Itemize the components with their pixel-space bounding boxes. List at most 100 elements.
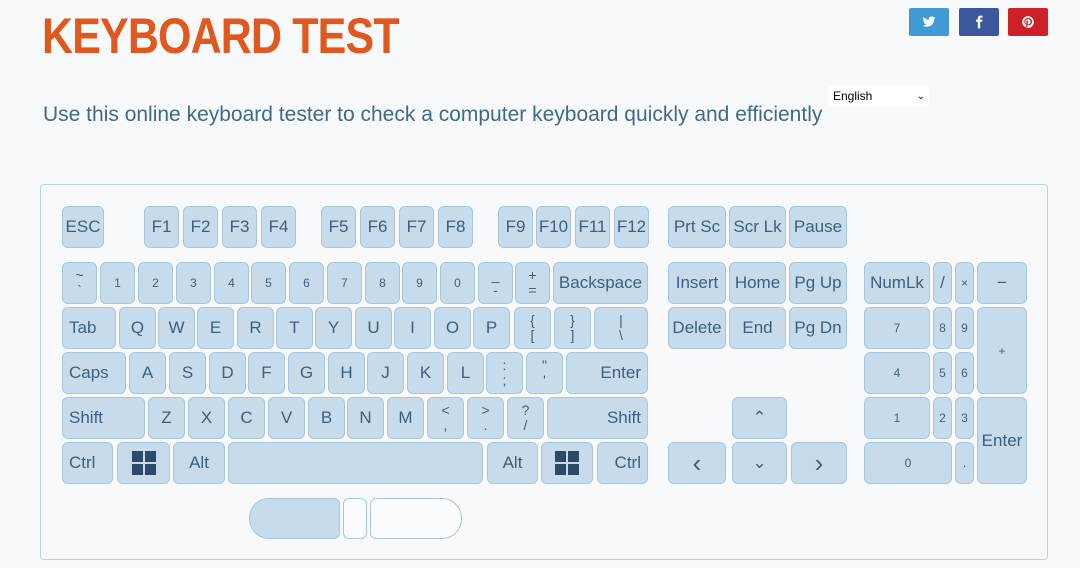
key-e[interactable]: E — [197, 307, 234, 349]
key-s[interactable]: S — [169, 352, 206, 394]
key-prtsc[interactable]: Prt Sc — [668, 206, 726, 248]
key-arrow-down[interactable]: ⌄ — [732, 442, 787, 484]
key-left-bracket[interactable]: {[ — [514, 307, 551, 349]
key-numpad-5[interactable]: 5 — [933, 352, 952, 394]
key-arrow-right[interactable]: › — [791, 442, 847, 484]
key-enter[interactable]: Enter — [566, 352, 648, 394]
mouse-middle-button[interactable] — [343, 498, 367, 539]
key-delete[interactable]: Delete — [668, 307, 726, 349]
key-m[interactable]: M — [387, 397, 424, 439]
key-tab[interactable]: Tab — [62, 307, 116, 349]
key-numpad-decimal[interactable]: . — [955, 442, 974, 484]
key-5[interactable]: 5 — [251, 262, 286, 304]
key-6[interactable]: 6 — [289, 262, 324, 304]
key-numlock[interactable]: NumLk — [864, 262, 930, 304]
pinterest-share-button[interactable] — [1008, 8, 1048, 36]
mouse-right-button[interactable] — [370, 498, 462, 539]
key-f8[interactable]: F8 — [438, 206, 473, 248]
key-f2[interactable]: F2 — [183, 206, 218, 248]
key-semicolon[interactable]: :; — [486, 352, 523, 394]
key-left-shift[interactable]: Shift — [62, 397, 145, 439]
key-3[interactable]: 3 — [176, 262, 211, 304]
key-right-bracket[interactable]: }] — [554, 307, 591, 349]
key-i[interactable]: I — [394, 307, 431, 349]
key-f3[interactable]: F3 — [222, 206, 257, 248]
key-f6[interactable]: F6 — [360, 206, 395, 248]
key-numpad-divide[interactable]: / — [933, 262, 952, 304]
key-left-ctrl[interactable]: Ctrl — [62, 442, 113, 484]
key-left-alt[interactable]: Alt — [173, 442, 225, 484]
key-right-shift[interactable]: Shift — [547, 397, 648, 439]
key-scrlk[interactable]: Scr Lk — [729, 206, 786, 248]
key-j[interactable]: J — [367, 352, 404, 394]
key-numpad-6[interactable]: 6 — [955, 352, 974, 394]
key-d[interactable]: D — [209, 352, 246, 394]
key-comma[interactable]: <, — [427, 397, 464, 439]
twitter-share-button[interactable] — [909, 8, 949, 36]
mouse-left-button[interactable] — [249, 498, 340, 539]
key-backslash[interactable]: | \ — [594, 307, 648, 349]
key-esc[interactable]: ESC — [62, 206, 104, 248]
key-numpad-2[interactable]: 2 — [933, 397, 952, 439]
key-arrow-up[interactable]: ⌃ — [732, 397, 787, 439]
key-o[interactable]: O — [434, 307, 471, 349]
key-right-windows[interactable] — [541, 442, 593, 484]
key-right-alt[interactable]: Alt — [487, 442, 538, 484]
key-equals[interactable]: + = — [515, 262, 550, 304]
key-numpad-enter[interactable]: Enter — [977, 397, 1027, 484]
key-g[interactable]: G — [288, 352, 325, 394]
key-end[interactable]: End — [729, 307, 786, 349]
key-numpad-0[interactable]: 0 — [864, 442, 952, 484]
key-numpad-multiply[interactable]: × — [955, 262, 974, 304]
key-numpad-1[interactable]: 1 — [864, 397, 930, 439]
key-f7[interactable]: F7 — [399, 206, 434, 248]
key-caps[interactable]: Caps — [62, 352, 126, 394]
key-numpad-8[interactable]: 8 — [933, 307, 952, 349]
key-4[interactable]: 4 — [214, 262, 249, 304]
key-slash[interactable]: ? / — [507, 397, 544, 439]
key-a[interactable]: A — [129, 352, 166, 394]
key-l[interactable]: L — [447, 352, 484, 394]
key-numpad-7[interactable]: 7 — [864, 307, 930, 349]
key-backspace[interactable]: Backspace — [553, 262, 648, 304]
key-v[interactable]: V — [268, 397, 305, 439]
key-b[interactable]: B — [308, 397, 345, 439]
key-u[interactable]: U — [355, 307, 392, 349]
key-2[interactable]: 2 — [138, 262, 173, 304]
key-k[interactable]: K — [407, 352, 444, 394]
key-n[interactable]: N — [347, 397, 384, 439]
key-1[interactable]: 1 — [100, 262, 135, 304]
key-space[interactable] — [228, 442, 483, 484]
key-minus[interactable]: _ - — [478, 262, 513, 304]
key-numpad-3[interactable]: 3 — [955, 397, 974, 439]
key-f10[interactable]: F10 — [536, 206, 571, 248]
key-pgup[interactable]: Pg Up — [789, 262, 847, 304]
key-numpad-add[interactable]: + — [977, 307, 1027, 394]
key-8[interactable]: 8 — [365, 262, 400, 304]
key-r[interactable]: R — [237, 307, 274, 349]
key-tilde[interactable]: ~ ` — [62, 262, 97, 304]
key-t[interactable]: T — [276, 307, 313, 349]
key-numpad-9[interactable]: 9 — [955, 307, 974, 349]
key-q[interactable]: Q — [119, 307, 156, 349]
key-period[interactable]: >. — [467, 397, 504, 439]
key-z[interactable]: Z — [148, 397, 185, 439]
key-y[interactable]: Y — [315, 307, 352, 349]
key-h[interactable]: H — [328, 352, 365, 394]
key-left-windows[interactable] — [117, 442, 170, 484]
key-0[interactable]: 0 — [440, 262, 475, 304]
key-p[interactable]: P — [473, 307, 510, 349]
key-f9[interactable]: F9 — [498, 206, 533, 248]
key-f5[interactable]: F5 — [321, 206, 356, 248]
key-c[interactable]: C — [228, 397, 265, 439]
language-select[interactable]: English ⌄ — [829, 86, 929, 106]
key-numpad-subtract[interactable]: − — [977, 262, 1027, 304]
key-arrow-left[interactable]: ‹ — [668, 442, 726, 484]
key-f[interactable]: F — [248, 352, 285, 394]
key-pgdn[interactable]: Pg Dn — [789, 307, 847, 349]
key-f1[interactable]: F1 — [144, 206, 179, 248]
key-home[interactable]: Home — [729, 262, 786, 304]
facebook-share-button[interactable] — [959, 8, 999, 36]
key-right-ctrl[interactable]: Ctrl — [597, 442, 648, 484]
key-pause[interactable]: Pause — [789, 206, 847, 248]
